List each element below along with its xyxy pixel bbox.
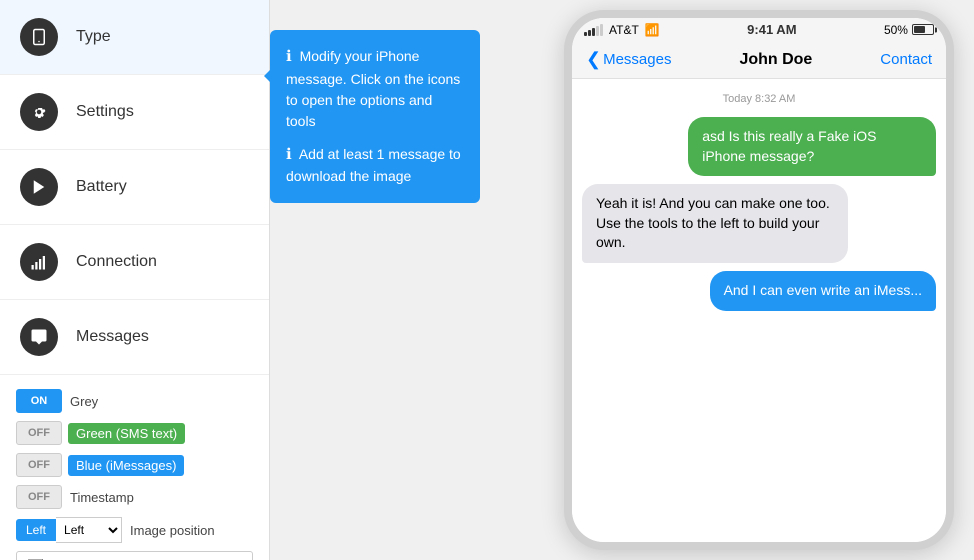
sidebar-item-battery[interactable]: Battery: [0, 150, 269, 225]
info-icon-2: ℹ: [286, 146, 292, 163]
tooltip-box: ℹ Modify your iPhone message. Click on t…: [270, 30, 480, 203]
sidebar: Type Settings Battery Connection Message…: [0, 0, 270, 560]
message-3: And I can even write an iMess...: [710, 271, 936, 311]
signal-icon: [20, 243, 58, 281]
tooltip-text-1: Modify your iPhone message. Click on the…: [286, 48, 460, 129]
status-left: AT&T 📶: [584, 23, 660, 37]
battery-fill: [914, 26, 925, 33]
timestamp-label: Timestamp: [70, 490, 134, 505]
messages-area: Today 8:32 AM asd Is this really a Fake …: [572, 79, 946, 542]
signal-bar-4: [596, 26, 599, 36]
message-timestamp: Today 8:32 AM: [582, 93, 936, 105]
play-icon: [20, 168, 58, 206]
tooltip-text-2: Add at least 1 message to download the i…: [286, 146, 461, 185]
chevron-left-icon: ❮: [586, 49, 601, 70]
phone-mockup: AT&T 📶 9:41 AM 50% ❮ Messages John Doe: [564, 10, 954, 550]
tooltip-section-2: ℹ Add at least 1 message to download the…: [286, 144, 464, 188]
timestamp-toggle-row: OFF Timestamp: [16, 485, 253, 509]
nav-bar: ❮ Messages John Doe Contact: [572, 41, 946, 79]
sidebar-item-messages[interactable]: Messages: [0, 300, 269, 375]
grey-label: Grey: [70, 394, 98, 409]
message-2: Yeah it is! And you can make one too. Us…: [582, 184, 848, 263]
sidebar-item-type[interactable]: Type: [0, 0, 269, 75]
gear-icon: [20, 93, 58, 131]
wifi-icon: 📶: [645, 23, 660, 37]
upload-button[interactable]: 🖼 Click here to upload image: [16, 551, 253, 560]
green-toggle-row: OFF Green (SMS text): [16, 421, 253, 445]
battery-percent: 50%: [884, 23, 908, 37]
sidebar-item-connection[interactable]: Connection: [0, 225, 269, 300]
blue-imessage-label: Blue (iMessages): [68, 455, 184, 476]
signal-bar-2: [588, 30, 591, 36]
sidebar-label-settings: Settings: [76, 103, 134, 121]
sidebar-label-messages: Messages: [76, 328, 149, 346]
signal-bar-1: [584, 32, 587, 36]
sidebar-item-settings[interactable]: Settings: [0, 75, 269, 150]
tooltip-section-1: ℹ Modify your iPhone message. Click on t…: [286, 46, 464, 132]
status-bar: AT&T 📶 9:41 AM 50%: [572, 18, 946, 41]
controls-panel: ON Grey OFF Green (SMS text) OFF Blue (i…: [0, 375, 269, 560]
blue-toggle-row: OFF Blue (iMessages): [16, 453, 253, 477]
status-right: 50%: [884, 23, 934, 37]
sidebar-label-battery: Battery: [76, 178, 127, 196]
sidebar-label-type: Type: [76, 28, 111, 46]
grey-toggle-row: ON Grey: [16, 389, 253, 413]
chat-icon: [20, 318, 58, 356]
back-label: Messages: [603, 51, 671, 68]
sidebar-label-connection: Connection: [76, 253, 157, 271]
message-1: asd Is this really a Fake iOS iPhone mes…: [688, 117, 936, 176]
battery-icon: [912, 24, 934, 35]
green-sms-label: Green (SMS text): [68, 423, 185, 444]
image-position-row: Left Left Right Center Image position: [16, 517, 253, 543]
green-off-button[interactable]: OFF: [16, 421, 62, 445]
info-icon-1: ℹ: [286, 48, 292, 65]
mobile-icon: [20, 18, 58, 56]
timestamp-off-button[interactable]: OFF: [16, 485, 62, 509]
blue-off-button[interactable]: OFF: [16, 453, 62, 477]
signal-bars: [584, 24, 603, 36]
signal-bar-5: [600, 24, 603, 36]
position-select[interactable]: Left Right Center: [56, 517, 122, 543]
main-area: ℹ Modify your iPhone message. Click on t…: [270, 0, 974, 560]
phone-time: 9:41 AM: [747, 22, 796, 37]
contact-action[interactable]: Contact: [880, 51, 932, 68]
carrier-name: AT&T: [609, 23, 639, 37]
left-position-button[interactable]: Left: [16, 519, 56, 541]
phone-body: AT&T 📶 9:41 AM 50% ❮ Messages John Doe: [564, 10, 954, 550]
image-position-label: Image position: [130, 523, 215, 538]
back-button[interactable]: ❮ Messages: [586, 49, 671, 70]
contact-name: John Doe: [739, 51, 812, 69]
grey-on-button[interactable]: ON: [16, 389, 62, 413]
signal-bar-3: [592, 28, 595, 36]
